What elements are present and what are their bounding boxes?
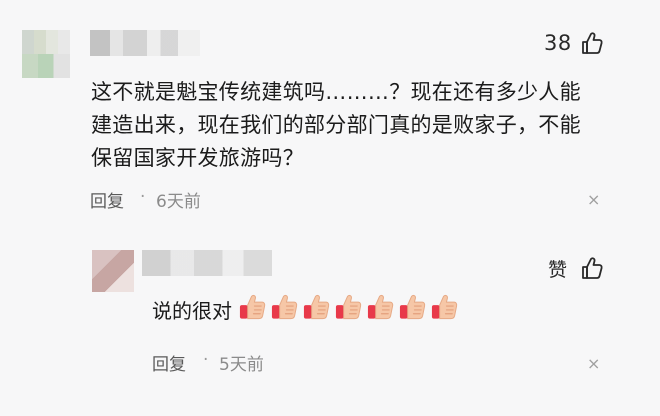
username-blurred[interactable] <box>90 30 200 56</box>
thumbs-up-emoji-row <box>238 292 459 322</box>
thumbs-up-emoji-icon <box>271 294 298 320</box>
reply-button[interactable]: 回复 <box>90 187 124 212</box>
reply-text: 说的很对 <box>152 299 232 323</box>
like-count: 38 <box>544 31 572 55</box>
close-icon[interactable]: × <box>587 354 600 373</box>
thumbs-up-icon[interactable] <box>581 31 603 59</box>
avatar[interactable] <box>22 30 70 78</box>
separator-dot: · <box>140 187 146 207</box>
comment-screen: { "comment1": { "like_count": "38", "tex… <box>0 0 660 416</box>
thumbs-up-icon[interactable] <box>581 256 603 284</box>
reply-username-blurred[interactable] <box>142 250 272 276</box>
thumbs-up-emoji-icon <box>303 294 330 320</box>
close-icon[interactable]: × <box>587 190 600 209</box>
thumbs-up-emoji-icon <box>431 294 458 320</box>
like-label[interactable]: 赞 <box>548 255 567 282</box>
thumbs-up-emoji-icon <box>367 294 394 320</box>
comment-text: 这不就是魁宝传统建筑吗………？现在还有多少人能建造出来，现在我们的部分部门真的是… <box>91 80 581 170</box>
thumbs-up-emoji-icon <box>335 294 362 320</box>
thumbs-up-emoji-icon <box>399 294 426 320</box>
timestamp: 5天前 <box>219 355 264 375</box>
reply-button[interactable]: 回复 <box>152 350 186 375</box>
timestamp: 6天前 <box>156 192 201 212</box>
reply-avatar[interactable] <box>92 250 134 292</box>
separator-dot: · <box>203 350 209 370</box>
thumbs-up-emoji-icon <box>239 294 266 320</box>
